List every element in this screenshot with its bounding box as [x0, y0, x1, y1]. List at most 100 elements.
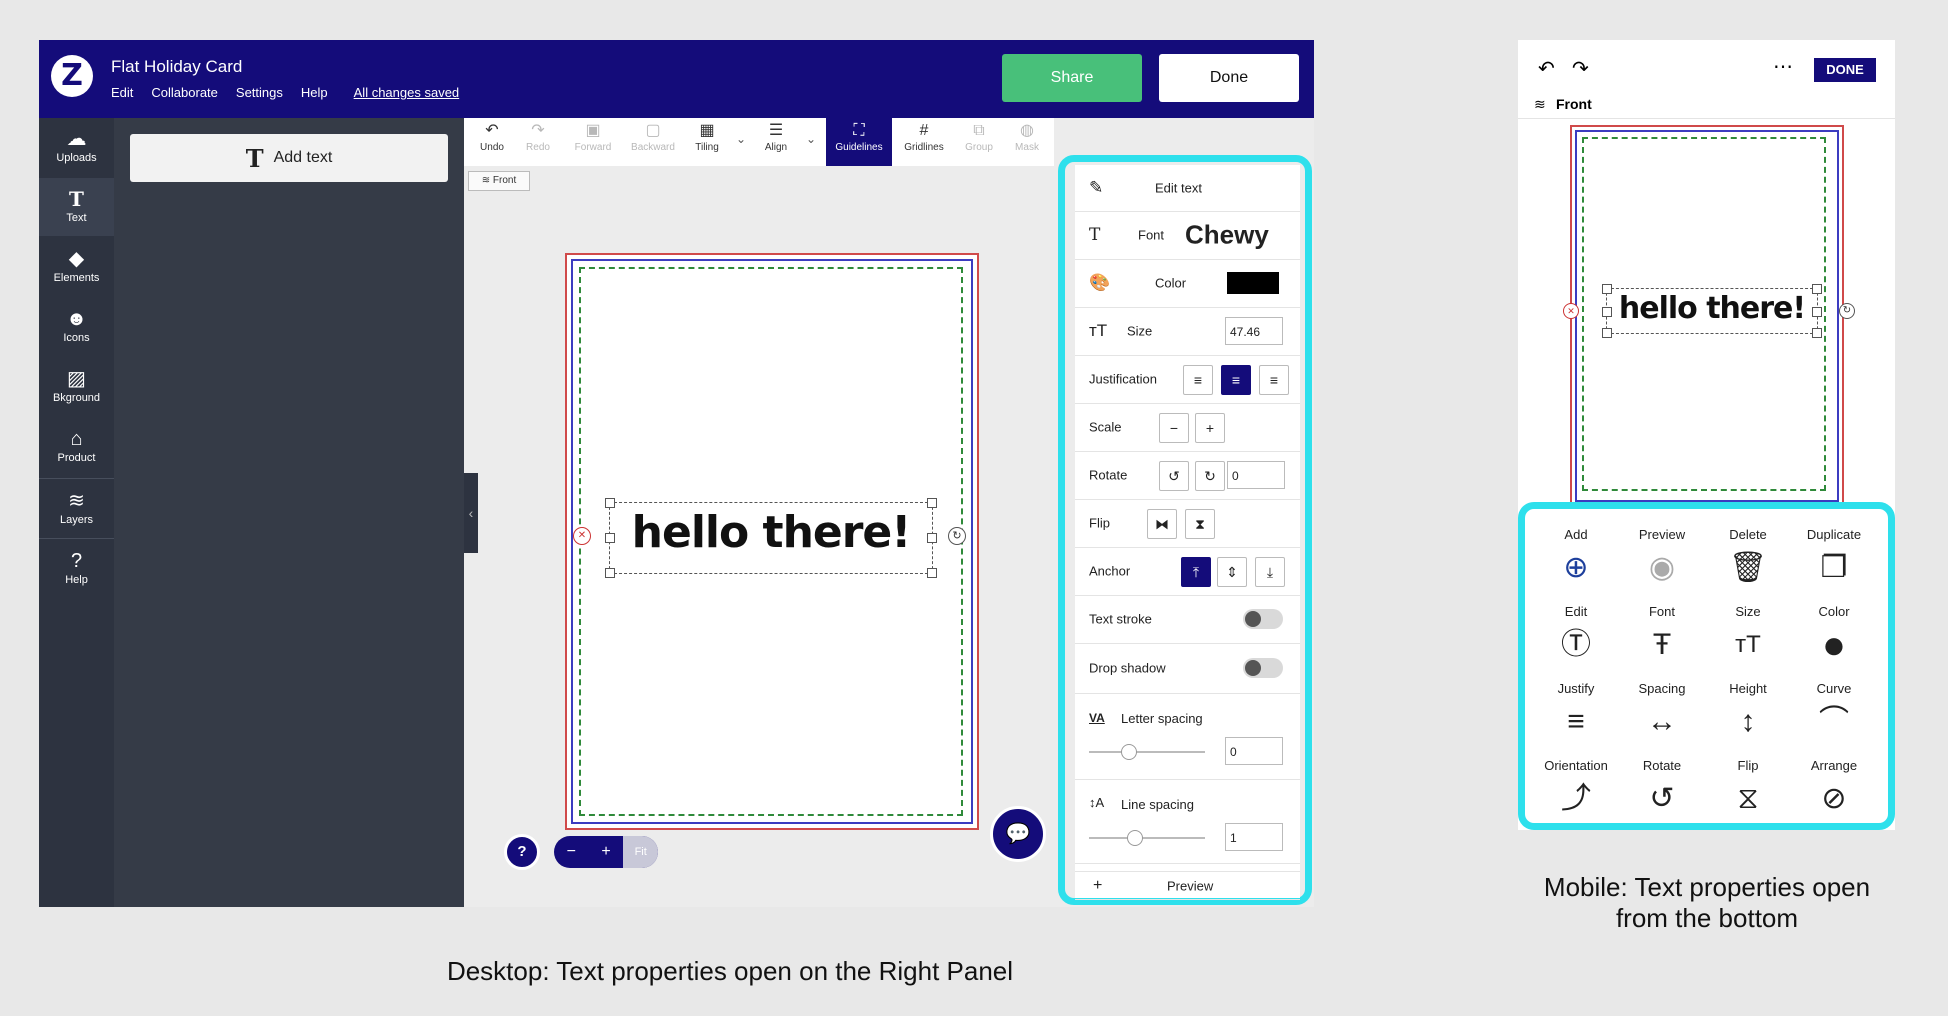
resize-handle[interactable]: [1812, 328, 1822, 338]
more-options-icon[interactable]: ⋯: [1773, 54, 1793, 79]
chevron-down-icon[interactable]: ⌄: [806, 132, 816, 146]
mobile-tool-rotate[interactable]: Rotate ↺: [1619, 758, 1705, 821]
mobile-tool-height[interactable]: Height ↕: [1705, 681, 1791, 744]
flip-vertical-icon[interactable]: ⧗: [1185, 509, 1215, 539]
font-name-value[interactable]: Chewy: [1185, 220, 1269, 251]
anchor-middle-icon[interactable]: ⇕: [1217, 557, 1247, 587]
rotate-input[interactable]: 0: [1227, 461, 1285, 489]
align-button[interactable]: ☰ Align ⌄: [754, 118, 816, 166]
resize-handle[interactable]: [605, 498, 615, 508]
menu-edit[interactable]: Edit: [111, 85, 133, 100]
resize-handle[interactable]: [605, 533, 615, 543]
resize-handle[interactable]: [927, 533, 937, 543]
mobile-tool-spacing[interactable]: Spacing ↔: [1619, 681, 1705, 744]
size-input[interactable]: 47.46: [1225, 317, 1283, 345]
mobile-tool-flip[interactable]: Flip ⧖: [1705, 758, 1791, 821]
anchor-top-icon[interactable]: ⤒: [1181, 557, 1211, 587]
resize-handle[interactable]: [927, 498, 937, 508]
side-tag-front[interactable]: ≋ Front: [468, 171, 530, 191]
zoom-in-button[interactable]: +: [589, 836, 624, 868]
mobile-selected-text-box[interactable]: hello there!: [1602, 284, 1822, 338]
rotate-handle-icon[interactable]: ↻: [948, 527, 966, 545]
mobile-tool-curve[interactable]: Curve ⌒: [1791, 681, 1877, 744]
line-spacing-input[interactable]: 1: [1225, 823, 1283, 851]
delete-handle-icon[interactable]: ✕: [573, 527, 591, 545]
undo-button[interactable]: ↶ Undo: [470, 118, 514, 166]
menu-collaborate[interactable]: Collaborate: [151, 85, 218, 100]
letter-spacing-slider[interactable]: [1089, 751, 1205, 753]
color-swatch[interactable]: [1227, 272, 1279, 294]
flip-horizontal-icon[interactable]: ⧓: [1147, 509, 1177, 539]
share-button[interactable]: Share: [1002, 54, 1142, 102]
align-right-button[interactable]: ≡: [1259, 365, 1289, 395]
rail-elements[interactable]: ◆ Elements: [39, 238, 114, 296]
mobile-side-label[interactable]: Front: [1556, 96, 1592, 112]
scale-up-button[interactable]: +: [1195, 413, 1225, 443]
rotate-left-icon[interactable]: ↺: [1159, 461, 1189, 491]
zoom-out-button[interactable]: −: [554, 836, 589, 868]
font-row[interactable]: T Font Chewy: [1075, 211, 1300, 260]
redo-button[interactable]: ↷ Redo: [516, 118, 560, 166]
rail-background[interactable]: ▨ Bkground: [39, 358, 114, 416]
save-status-link[interactable]: All changes saved: [354, 85, 460, 100]
resize-handle[interactable]: [927, 568, 937, 578]
tiling-button[interactable]: ▦ Tiling ⌄: [686, 118, 746, 166]
mobile-tool-justify[interactable]: Justify ≡: [1533, 681, 1619, 744]
mobile-tool-delete[interactable]: Delete 🗑: [1705, 527, 1791, 590]
zazzle-logo-icon[interactable]: Z: [51, 55, 93, 97]
done-button[interactable]: Done: [1159, 54, 1299, 102]
line-spacing-slider-knob[interactable]: [1127, 830, 1143, 846]
line-spacing-slider[interactable]: [1089, 837, 1205, 839]
scale-down-button[interactable]: −: [1159, 413, 1189, 443]
rail-icons[interactable]: ☻ Icons: [39, 298, 114, 356]
collapse-panel-handle[interactable]: ‹: [464, 473, 478, 553]
letter-spacing-input[interactable]: 0: [1225, 737, 1283, 765]
mobile-tool-add[interactable]: Add ⊕: [1533, 527, 1619, 590]
help-button[interactable]: ?: [504, 834, 540, 870]
undo-icon[interactable]: ↶: [1538, 56, 1555, 81]
mobile-tool-size[interactable]: Size ᴛT: [1705, 604, 1791, 667]
letter-spacing-slider-knob[interactable]: [1121, 744, 1137, 760]
backward-button[interactable]: ▢ Backward: [624, 118, 682, 166]
redo-icon[interactable]: ↷: [1572, 56, 1589, 81]
add-text-button[interactable]: T Add text: [130, 134, 448, 182]
guidelines-button[interactable]: ⛶ Guidelines: [826, 118, 892, 166]
group-button[interactable]: ⧉ Group: [956, 118, 1002, 166]
menu-settings[interactable]: Settings: [236, 85, 283, 100]
selected-text-box[interactable]: hello there!: [605, 498, 937, 578]
mask-button[interactable]: ◍ Mask: [1004, 118, 1050, 166]
rail-text[interactable]: T Text: [39, 178, 114, 236]
mobile-tool-arrange[interactable]: Arrange ⊘: [1791, 758, 1877, 821]
mobile-done-button[interactable]: DONE: [1814, 58, 1876, 82]
chat-icon[interactable]: 💬: [990, 806, 1046, 862]
resize-handle[interactable]: [1602, 307, 1612, 317]
resize-handle[interactable]: [1602, 328, 1612, 338]
mobile-tool-font[interactable]: Font Ŧ: [1619, 604, 1705, 667]
mobile-tool-orientation[interactable]: Orientation ⤴: [1533, 758, 1619, 821]
mobile-tool-preview[interactable]: Preview ◉: [1619, 527, 1705, 590]
drop-shadow-toggle[interactable]: [1243, 658, 1283, 678]
align-left-button[interactable]: ≡: [1183, 365, 1213, 395]
rotate-handle-icon[interactable]: ↻: [1839, 303, 1855, 319]
mobile-card-text[interactable]: hello there!: [1607, 291, 1817, 326]
text-stroke-toggle[interactable]: [1243, 609, 1283, 629]
resize-handle[interactable]: [1812, 307, 1822, 317]
rail-layers[interactable]: ≋ Layers: [39, 480, 114, 538]
rotate-right-icon[interactable]: ↻: [1195, 461, 1225, 491]
mobile-tool-edit[interactable]: Edit Ⓣ: [1533, 604, 1619, 667]
edit-text-row[interactable]: ✎ Edit text: [1075, 165, 1300, 212]
resize-handle[interactable]: [605, 568, 615, 578]
gridlines-button[interactable]: # Gridlines: [896, 118, 952, 166]
rail-help[interactable]: ? Help: [39, 540, 114, 598]
anchor-bottom-icon[interactable]: ⤓: [1255, 557, 1285, 587]
card-text[interactable]: hello there!: [610, 507, 932, 558]
resize-handle[interactable]: [1602, 284, 1612, 294]
chevron-down-icon[interactable]: ⌄: [736, 132, 746, 146]
delete-handle-icon[interactable]: ✕: [1563, 303, 1579, 319]
forward-button[interactable]: ▣ Forward: [568, 118, 618, 166]
rail-product[interactable]: ⌂ Product: [39, 418, 114, 476]
align-center-button[interactable]: ≡: [1221, 365, 1251, 395]
mobile-tool-duplicate[interactable]: Duplicate ❐: [1791, 527, 1877, 590]
menu-help[interactable]: Help: [301, 85, 328, 100]
resize-handle[interactable]: [1812, 284, 1822, 294]
